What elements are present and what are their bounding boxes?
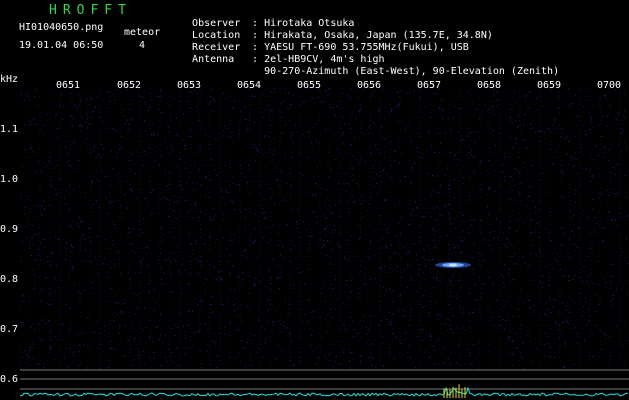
spectrogram-plot [20,88,629,398]
freq-label: 1.0 [0,174,19,185]
freq-label: 0.8 [0,274,19,285]
meteor-echo [435,262,471,268]
meteor-label: meteor [124,27,161,38]
filename: HI01040650.png [19,22,104,33]
noise-layer [20,88,629,369]
unit-label: kHz [0,74,19,85]
brand-title: HROFFT [49,3,132,18]
freq-label: 0.7 [0,324,19,335]
freq-label: 0.9 [0,224,19,235]
meteor-count: 4 [139,40,146,51]
grid-layer [20,88,621,368]
freq-label: 1.1 [0,124,19,135]
info-value: 90-270-Azimuth (East-West), 90-Elevation… [264,66,560,77]
info-row-antenna-detail: 90-270-Azimuth (East-West), 90-Elevation… [180,54,559,78]
signal-trace [20,384,629,398]
info-sep [252,66,264,77]
freq-label: 0.6 [0,374,19,385]
timestamp: 19.01.04 06:50 [19,40,104,51]
